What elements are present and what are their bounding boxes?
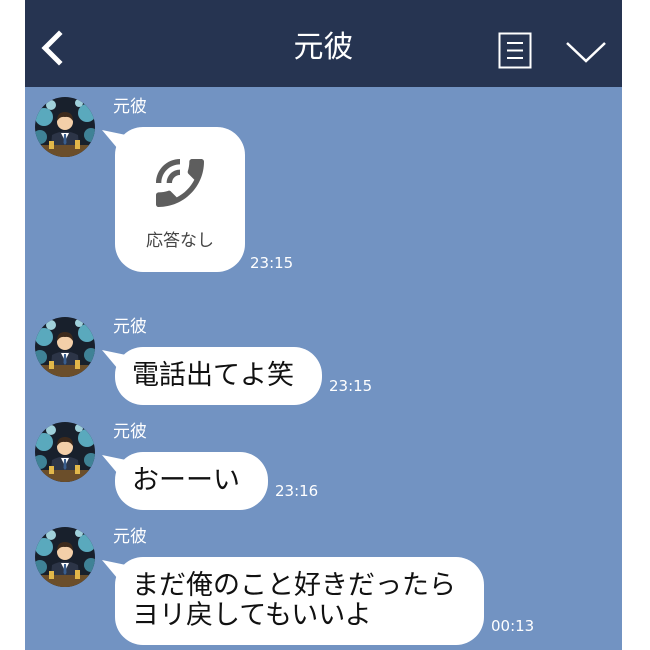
message-row: 元彼 まだ俺のこと好きだったら ヨリ戻してもいいよ 00:13: [35, 527, 534, 645]
avatar[interactable]: [35, 527, 95, 587]
call-status: 応答なし: [146, 231, 214, 251]
sender-name: 元彼: [113, 527, 147, 547]
message-row: 元彼 応答なし 23:15: [35, 97, 293, 272]
message-bubble[interactable]: おーーい: [115, 452, 268, 510]
message-content: 元彼 電話出てよ笑 23:15: [113, 317, 372, 405]
message-bubble[interactable]: まだ俺のこと好きだったら ヨリ戻してもいいよ: [115, 557, 484, 645]
message-text: 電話出てよ笑: [132, 360, 294, 391]
message-content: 元彼 おーーい 23:16: [113, 422, 318, 510]
message-time: 23:15: [250, 254, 294, 272]
list-icon[interactable]: [498, 32, 532, 69]
message-row: 元彼 電話出てよ笑 23:15: [35, 317, 372, 405]
message-list: 元彼 応答なし 23:15 元彼 電話出てよ笑 23:15 元彼 おーーい 23…: [25, 87, 622, 650]
message-line: おーーい 23:16: [115, 452, 318, 510]
phone-call-icon: [156, 159, 204, 207]
sender-name: 元彼: [113, 317, 147, 337]
message-text-line: まだ俺のこと好きだったら: [132, 570, 456, 601]
sender-name: 元彼: [113, 97, 147, 117]
message-content: 元彼 まだ俺のこと好きだったら ヨリ戻してもいいよ 00:13: [113, 527, 534, 645]
chat-header: 元彼: [25, 0, 622, 87]
message-row: 元彼 おーーい 23:16: [35, 422, 318, 510]
chat-title: 元彼: [293, 30, 354, 65]
message-line: まだ俺のこと好きだったら ヨリ戻してもいいよ 00:13: [115, 557, 534, 645]
message-time: 00:13: [491, 617, 535, 635]
chat-screen: 元彼 元彼 応答なし 23:15 元彼 電話出てよ笑 23:15 元彼 おーーい…: [25, 0, 622, 650]
call-bubble[interactable]: 応答なし: [115, 127, 245, 272]
message-content: 元彼 応答なし 23:15: [113, 97, 293, 272]
avatar[interactable]: [35, 317, 95, 377]
message-text: おーーい: [132, 465, 240, 496]
avatar[interactable]: [35, 97, 95, 157]
chevron-down-icon[interactable]: [565, 40, 607, 64]
message-bubble[interactable]: 電話出てよ笑: [115, 347, 322, 405]
message-time: 23:15: [329, 377, 373, 395]
sender-name: 元彼: [113, 422, 147, 442]
message-time: 23:16: [275, 482, 319, 500]
message-text-line: ヨリ戻してもいいよ: [132, 600, 372, 631]
message-line: 応答なし 23:15: [115, 127, 293, 272]
message-line: 電話出てよ笑 23:15: [115, 347, 372, 405]
avatar[interactable]: [35, 422, 95, 482]
